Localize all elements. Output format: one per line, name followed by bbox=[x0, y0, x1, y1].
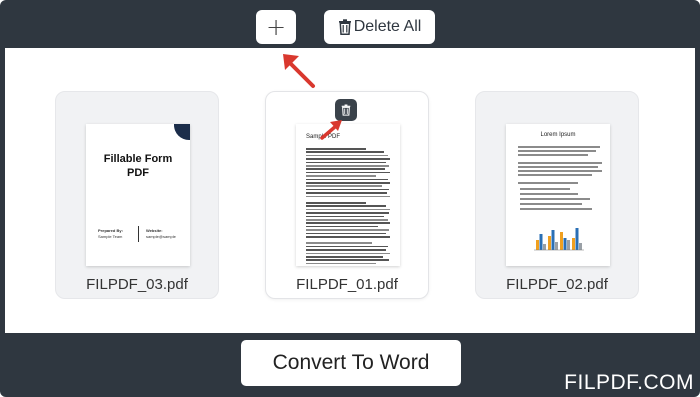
prepared-by-value: Sample Team bbox=[98, 234, 123, 239]
mini-chart-bar bbox=[539, 234, 543, 250]
text-line bbox=[306, 168, 385, 170]
text-line bbox=[306, 171, 390, 174]
text-line bbox=[520, 188, 570, 190]
file-name: FILPDF_01.pdf bbox=[296, 276, 398, 293]
text-line bbox=[306, 262, 376, 265]
text-line bbox=[518, 182, 578, 184]
mini-chart-bar bbox=[555, 242, 558, 250]
text-line bbox=[306, 165, 389, 167]
trash-icon bbox=[338, 19, 351, 35]
file-card[interactable]: Fillable Form PDF Prepared By: Sample Te… bbox=[55, 91, 219, 299]
text-line bbox=[306, 256, 383, 258]
mini-chart-bar bbox=[567, 240, 570, 250]
text-line bbox=[306, 249, 386, 251]
website-value: sample@sample bbox=[146, 234, 176, 239]
website-label: Website: bbox=[146, 228, 163, 233]
text-line bbox=[306, 259, 389, 261]
brand-logo: FILPDF.COM bbox=[564, 371, 694, 394]
text-line bbox=[518, 162, 602, 164]
text-line bbox=[306, 219, 388, 221]
text-line bbox=[306, 215, 384, 218]
text-line bbox=[306, 225, 378, 228]
text-line bbox=[518, 146, 600, 148]
text-line bbox=[306, 232, 386, 235]
mini-chart-bar bbox=[548, 236, 551, 250]
text-line bbox=[306, 192, 387, 194]
convert-label: Convert To Word bbox=[272, 351, 430, 374]
text-line bbox=[306, 229, 389, 231]
arrow-icon bbox=[283, 54, 315, 88]
delete-all-label: Delete All bbox=[353, 18, 422, 35]
mini-chart-bar bbox=[551, 230, 555, 250]
text-line bbox=[518, 150, 596, 152]
text-line bbox=[306, 222, 390, 224]
text-line bbox=[520, 203, 582, 205]
add-file-button[interactable]: + bbox=[256, 10, 296, 44]
text-line bbox=[306, 205, 386, 207]
divider bbox=[138, 226, 139, 242]
text-line bbox=[306, 158, 390, 160]
text-line bbox=[306, 188, 389, 191]
mini-chart-bar bbox=[579, 243, 582, 250]
cover-decoration-accent bbox=[168, 124, 190, 144]
mini-chart-bar bbox=[560, 232, 563, 250]
file-name: FILPDF_03.pdf bbox=[86, 276, 188, 293]
mini-chart bbox=[534, 228, 584, 251]
text-line bbox=[306, 212, 389, 214]
file-name: FILPDF_02.pdf bbox=[506, 276, 608, 293]
file-thumbnail: Lorem Ipsum bbox=[506, 124, 610, 266]
mini-chart-bar bbox=[536, 240, 539, 250]
text-line bbox=[306, 185, 382, 187]
text-line bbox=[306, 161, 386, 164]
thumbnail-heading: Lorem Ipsum bbox=[540, 132, 576, 138]
mini-chart-bar bbox=[543, 244, 546, 250]
text-line bbox=[518, 170, 602, 172]
mini-chart-bar bbox=[575, 228, 579, 250]
text-line bbox=[306, 154, 388, 157]
file-thumbnail: Sample PDF bbox=[296, 124, 400, 266]
text-line bbox=[306, 242, 372, 244]
text-line bbox=[306, 208, 390, 211]
prepared-by-label: Prepared By: bbox=[98, 228, 123, 233]
mini-chart-bar bbox=[563, 238, 567, 250]
text-line bbox=[520, 208, 592, 210]
text-line bbox=[520, 198, 590, 200]
text-line bbox=[518, 154, 588, 156]
text-line bbox=[306, 202, 366, 204]
text-line bbox=[518, 174, 592, 176]
text-line bbox=[306, 195, 390, 198]
file-card[interactable]: Sample PDF FILPDF_01.pdf bbox=[265, 91, 429, 299]
text-line bbox=[306, 182, 390, 184]
convert-to-word-button[interactable]: Convert To Word bbox=[241, 340, 461, 386]
text-line bbox=[306, 245, 388, 248]
file-card[interactable]: Lorem Ipsum FILPDF_02.pdf bbox=[475, 91, 639, 299]
text-line bbox=[306, 178, 388, 181]
delete-all-button[interactable]: Delete All bbox=[324, 10, 435, 44]
text-line bbox=[518, 166, 598, 168]
plus-icon: + bbox=[265, 13, 287, 41]
text-line bbox=[306, 148, 366, 150]
text-line bbox=[306, 175, 376, 177]
text-line bbox=[520, 193, 578, 195]
text-line bbox=[306, 236, 390, 238]
arrow-icon bbox=[320, 120, 342, 140]
file-thumbnail: Fillable Form PDF Prepared By: Sample Te… bbox=[86, 124, 190, 266]
text-line bbox=[306, 151, 384, 153]
mini-chart-bar bbox=[572, 238, 575, 250]
text-line bbox=[306, 252, 390, 255]
cover-title: Fillable Form PDF bbox=[103, 153, 173, 179]
trash-icon bbox=[341, 104, 351, 116]
